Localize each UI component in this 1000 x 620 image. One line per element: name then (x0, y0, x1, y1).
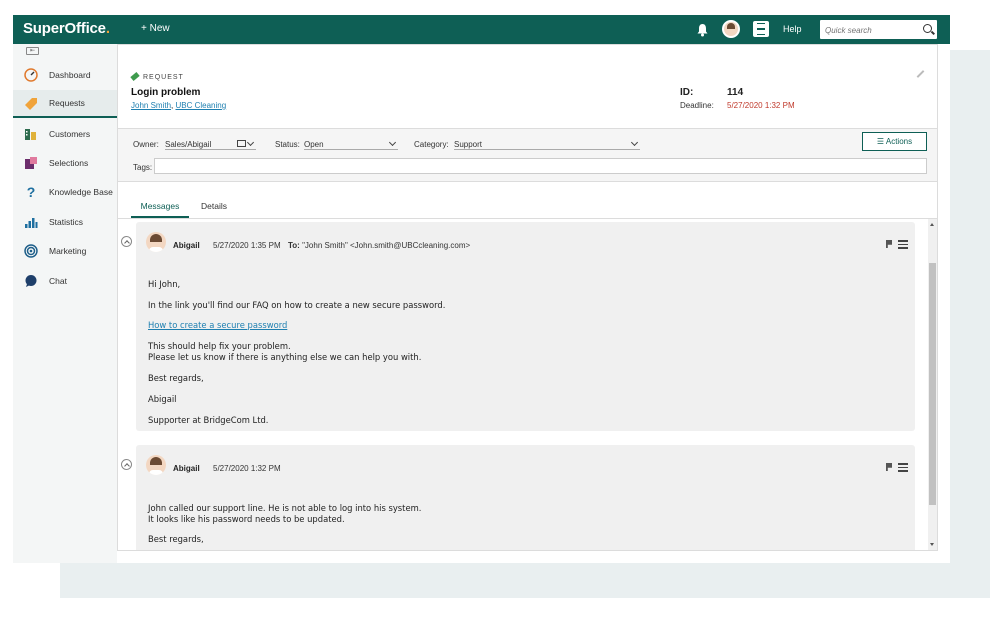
avatar (146, 455, 166, 475)
avatar (146, 232, 166, 252)
gauge-icon (24, 68, 38, 82)
sidebar-item-statistics[interactable]: Statistics (13, 208, 117, 236)
sidebar: ⇤ Dashboard Requests Customers Selection… (13, 44, 117, 563)
pin-icon[interactable] (916, 70, 925, 78)
user-avatar[interactable] (722, 20, 740, 38)
request-title: Login problem (131, 87, 201, 98)
message-text: John called our support line. He is not … (148, 503, 422, 513)
id-value: 114 (727, 87, 744, 98)
category-label: Category: (414, 140, 449, 149)
building-icon (24, 127, 38, 141)
message: Abigail 5/27/2020 1:35 PM To: "John Smit… (136, 222, 915, 431)
contact-links: John Smith, UBC Cleaning (131, 101, 227, 110)
chevron-down-icon (630, 138, 639, 147)
sidebar-item-knowledge-base[interactable]: ? Knowledge Base (13, 178, 117, 206)
status-select[interactable]: Open (304, 135, 398, 150)
flag-icon[interactable] (886, 463, 892, 471)
contact-link[interactable]: John Smith (131, 101, 171, 110)
message-text: This should help fix your problem. (148, 341, 291, 351)
message-author: Abigail (173, 464, 200, 473)
document-icon[interactable] (753, 21, 769, 37)
menu-icon[interactable] (898, 463, 908, 472)
tab-messages[interactable]: Messages (131, 201, 189, 218)
menu-icon[interactable] (898, 240, 908, 249)
flag-icon[interactable] (886, 240, 892, 248)
message-closing: Best regards, (148, 373, 204, 383)
message-closing: Best regards, (148, 534, 204, 544)
request-type-label: REQUEST (130, 72, 184, 81)
request-panel: REQUEST Login problem John Smith, UBC Cl… (117, 44, 938, 551)
collapse-message-button[interactable] (121, 459, 132, 470)
scroll-down-icon[interactable] (930, 543, 934, 546)
selection-icon (24, 156, 38, 170)
contact-card-icon (237, 140, 246, 147)
scroll-up-icon[interactable] (930, 223, 934, 226)
sidebar-item-label: Marketing (49, 246, 87, 256)
bar-chart-icon (24, 215, 38, 229)
owner-select[interactable]: Sales/Abigail (165, 135, 256, 150)
sidebar-item-label: Knowledge Base (49, 187, 113, 197)
tabs: Messages Details (118, 182, 937, 219)
chevron-down-icon (246, 138, 255, 147)
logo[interactable]: SuperOffice. (23, 20, 110, 37)
actions-button[interactable]: ☰ Actions (862, 132, 927, 151)
company-link[interactable]: UBC Cleaning (175, 101, 226, 110)
scrollbar[interactable] (928, 219, 937, 550)
deadline-value[interactable]: 5/27/2020 1:32 PM (727, 101, 795, 110)
chevron-down-icon (388, 138, 397, 147)
search-icon[interactable] (923, 24, 932, 33)
message-text: In the link you'll find our FAQ on how t… (148, 300, 446, 310)
request-tag-icon (24, 96, 38, 110)
quick-search (820, 20, 937, 40)
sidebar-item-label: Customers (49, 129, 91, 139)
collapse-sidebar-button[interactable]: ⇤ (26, 47, 39, 55)
tags-label: Tags: (133, 163, 153, 172)
search-input[interactable] (820, 21, 916, 40)
id-label: ID: (680, 87, 694, 98)
sidebar-item-chat[interactable]: Chat (13, 267, 117, 295)
message-recipient: To: "John Smith" <John.smith@UBCcleaning… (288, 241, 471, 250)
top-bar: SuperOffice. + New Help (13, 15, 950, 44)
sidebar-item-label: Chat (49, 276, 67, 286)
sidebar-item-marketing[interactable]: Marketing (13, 237, 117, 265)
page: SuperOffice. + New Help ⇤ Dashboard (0, 0, 1000, 620)
target-icon (24, 244, 38, 258)
sidebar-item-label: Dashboard (49, 70, 91, 80)
deadline-label: Deadline: (680, 101, 714, 110)
message-author: Abigail (173, 241, 200, 250)
help-link[interactable]: Help (783, 24, 802, 34)
sidebar-item-customers[interactable]: Customers (13, 120, 117, 148)
message-signature-title: Supporter at BridgeCom Ltd. (148, 415, 269, 425)
message-date: 5/27/2020 1:35 PM (213, 241, 281, 250)
message-text: It looks like his password needs to be u… (148, 514, 345, 524)
owner-label: Owner: (133, 140, 159, 149)
sidebar-item-label: Statistics (49, 217, 84, 227)
sidebar-item-label: Selections (49, 158, 89, 168)
scrollbar-thumb[interactable] (929, 263, 936, 505)
message-text: Please let us know if there is anything … (148, 352, 422, 362)
collapse-message-button[interactable] (121, 236, 132, 247)
request-fields: Owner: Sales/Abigail Status: Open Catego… (118, 129, 937, 182)
request-tag-icon (130, 72, 140, 81)
status-label: Status: (275, 140, 300, 149)
sidebar-item-selections[interactable]: Selections (13, 149, 117, 177)
message-signature: Abigail (148, 394, 177, 404)
faq-link[interactable]: How to create a secure password (148, 320, 287, 331)
request-header: REQUEST Login problem John Smith, UBC Cl… (118, 45, 937, 129)
tags-input[interactable] (154, 158, 927, 174)
message-date: 5/27/2020 1:32 PM (213, 464, 281, 473)
sidebar-item-requests[interactable]: Requests (13, 90, 117, 118)
chat-bubble-icon (24, 274, 38, 288)
messages-list: Abigail 5/27/2020 1:35 PM To: "John Smit… (118, 219, 937, 550)
app-window: SuperOffice. + New Help ⇤ Dashboard (13, 15, 950, 563)
question-icon: ? (26, 184, 36, 200)
sidebar-item-dashboard[interactable]: Dashboard (13, 61, 117, 89)
message-greeting: Hi John, (148, 279, 181, 289)
sidebar-item-label: Requests (49, 98, 85, 108)
new-button[interactable]: + New (141, 23, 170, 34)
bell-icon[interactable] (694, 21, 711, 38)
category-select[interactable]: Support (454, 135, 640, 150)
tab-details[interactable]: Details (201, 201, 227, 216)
message: Abigail 5/27/2020 1:32 PM John called ou… (136, 445, 915, 550)
